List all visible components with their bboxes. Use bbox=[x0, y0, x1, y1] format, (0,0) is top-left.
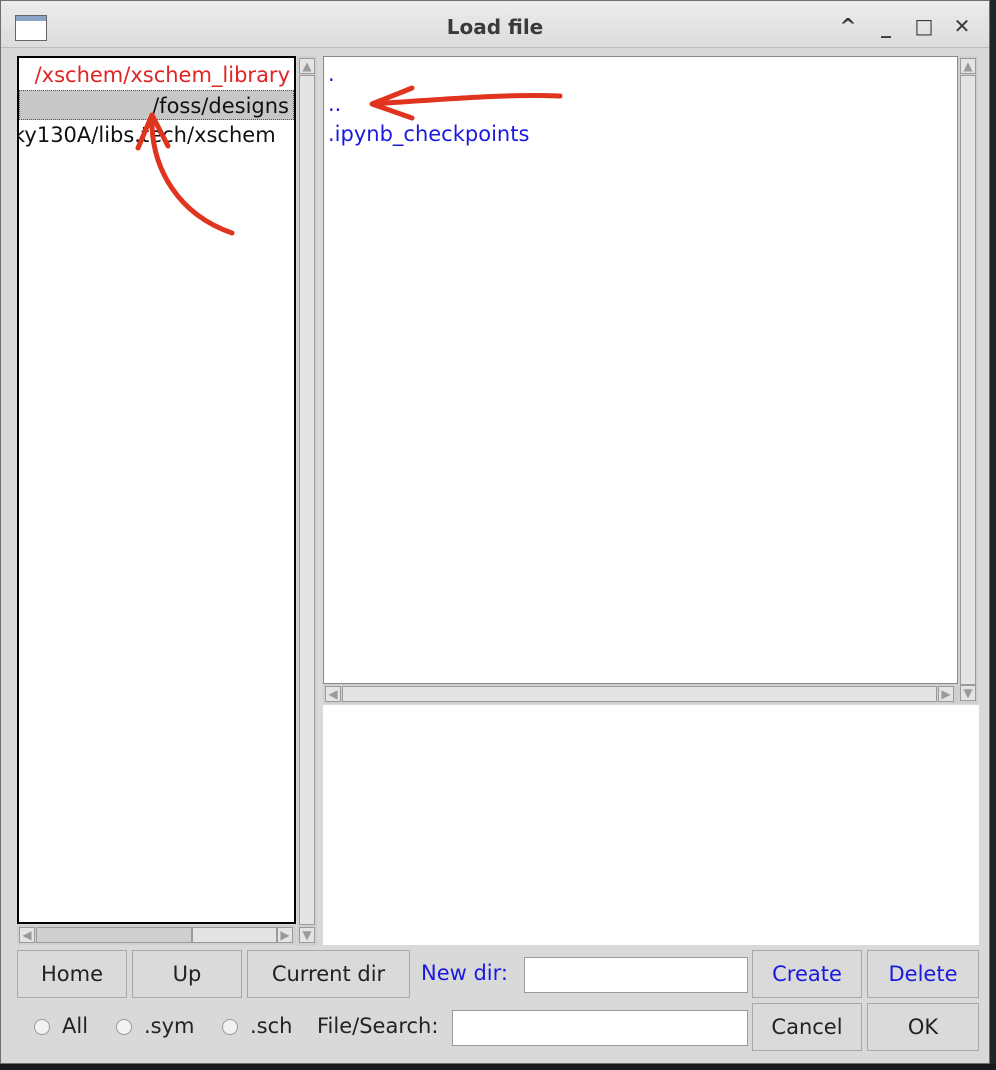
dir-item-label: /foss/designs bbox=[152, 94, 289, 118]
scroll-thumb-filled[interactable] bbox=[192, 927, 277, 943]
scroll-down-icon[interactable]: ▼ bbox=[299, 927, 315, 943]
dir-item-label: /xschem/xschem_library bbox=[34, 63, 290, 87]
dir-list-hscrollbar[interactable]: ◀ ▶ bbox=[17, 925, 296, 945]
scroll-up-icon[interactable]: ▲ bbox=[960, 58, 976, 74]
desktop-right-strip bbox=[990, 0, 996, 1070]
directory-list[interactable]: /xschem/xschem_library /foss/designs ky1… bbox=[17, 56, 296, 924]
current-dir-button[interactable]: Current dir bbox=[247, 950, 410, 998]
new-dir-label: New dir: bbox=[421, 961, 508, 985]
new-dir-input[interactable] bbox=[524, 957, 748, 993]
filter-all-label[interactable]: All bbox=[62, 1014, 88, 1038]
home-button[interactable]: Home bbox=[17, 950, 127, 998]
load-file-dialog: Load file ^ _ □ ✕ /xschem/xschem_library… bbox=[0, 0, 990, 1064]
scroll-thumb[interactable] bbox=[299, 75, 315, 925]
file-list-hscrollbar[interactable]: ◀ ▶ bbox=[323, 684, 958, 704]
desktop-bottom-strip bbox=[0, 1064, 996, 1070]
title-bar: Load file ^ _ □ ✕ bbox=[1, 1, 989, 48]
file-item-current[interactable]: . bbox=[328, 59, 335, 89]
scroll-thumb[interactable] bbox=[342, 686, 937, 702]
minimize-icon[interactable]: _ bbox=[871, 11, 901, 41]
filter-all-radio[interactable] bbox=[34, 1019, 50, 1035]
preview-area bbox=[323, 705, 979, 945]
filter-sch-label[interactable]: .sch bbox=[250, 1014, 292, 1038]
maximize-icon[interactable]: □ bbox=[909, 11, 939, 41]
scroll-down-icon[interactable]: ▼ bbox=[960, 685, 976, 701]
dir-list-vscrollbar[interactable]: ▲ ▼ bbox=[297, 56, 317, 946]
dir-item-label: ky130A/libs.tech/xschem bbox=[17, 123, 276, 147]
dir-item-library[interactable]: /xschem/xschem_library bbox=[19, 60, 294, 90]
ok-button[interactable]: OK bbox=[867, 1003, 979, 1051]
file-item-ipynb-checkpoints[interactable]: .ipynb_checkpoints bbox=[328, 119, 529, 149]
file-search-label: File/Search: bbox=[317, 1014, 439, 1038]
filter-sym-radio[interactable] bbox=[116, 1019, 132, 1035]
scroll-left-icon[interactable]: ◀ bbox=[19, 927, 35, 943]
file-list[interactable]: . .. .ipynb_checkpoints bbox=[323, 56, 958, 684]
file-item-parent[interactable]: .. bbox=[328, 89, 341, 119]
delete-button[interactable]: Delete bbox=[867, 950, 979, 998]
dir-item-designs[interactable]: /foss/designs bbox=[19, 90, 294, 120]
scroll-right-icon[interactable]: ▶ bbox=[938, 686, 954, 702]
file-search-input[interactable] bbox=[452, 1010, 748, 1046]
create-button[interactable]: Create bbox=[752, 950, 862, 998]
close-icon[interactable]: ✕ bbox=[947, 11, 977, 41]
up-button[interactable]: Up bbox=[132, 950, 242, 998]
dir-item-sky130[interactable]: ky130A/libs.tech/xschem bbox=[17, 120, 294, 150]
filter-sch-radio[interactable] bbox=[222, 1019, 238, 1035]
scroll-thumb[interactable] bbox=[36, 927, 192, 943]
scroll-up-icon[interactable]: ▲ bbox=[299, 58, 315, 74]
cancel-button[interactable]: Cancel bbox=[752, 1003, 862, 1051]
file-list-vscrollbar[interactable]: ▲ ▼ bbox=[958, 56, 978, 704]
filter-sym-label[interactable]: .sym bbox=[144, 1014, 195, 1038]
scroll-thumb[interactable] bbox=[960, 75, 976, 685]
shade-icon[interactable]: ^ bbox=[833, 11, 863, 41]
scroll-right-icon[interactable]: ▶ bbox=[277, 927, 293, 943]
scroll-left-icon[interactable]: ◀ bbox=[325, 686, 341, 702]
